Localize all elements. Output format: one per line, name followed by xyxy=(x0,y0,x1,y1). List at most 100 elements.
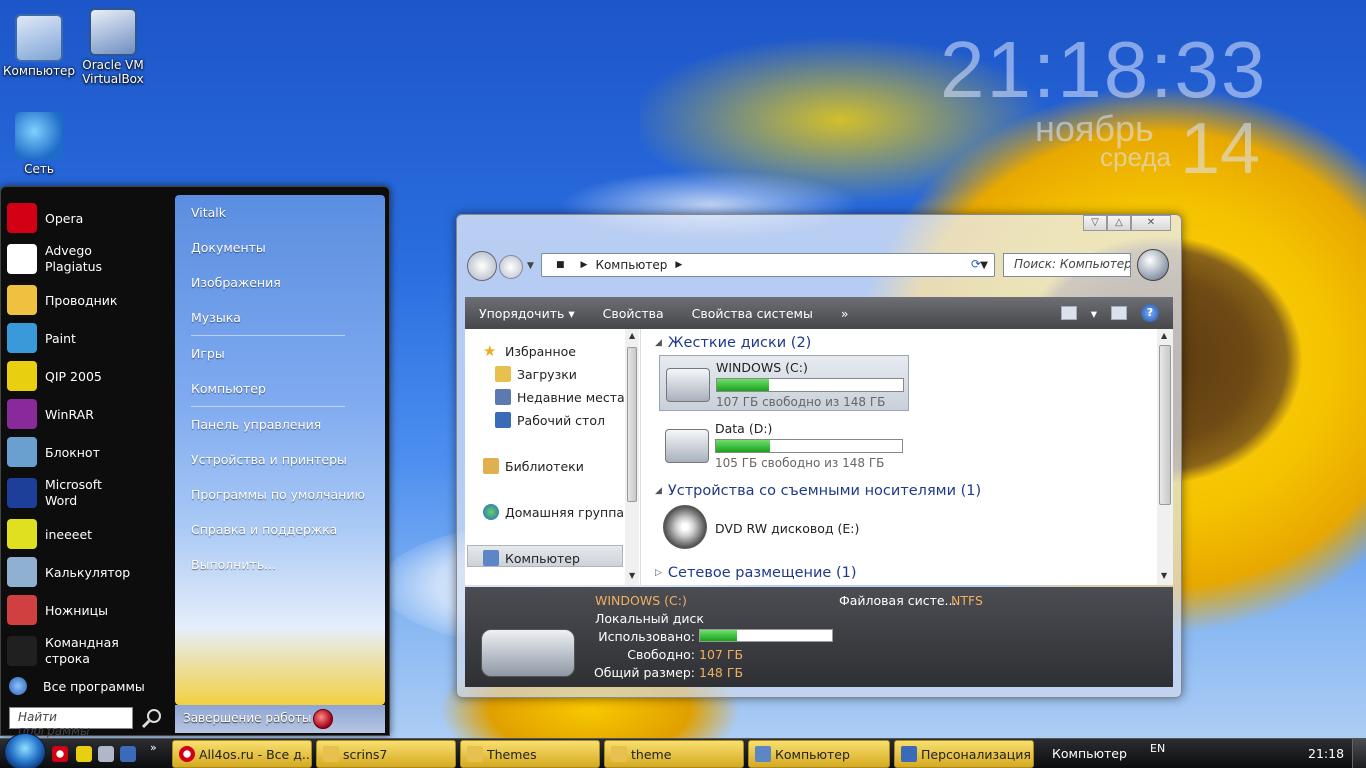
nav-item-desktop[interactable]: Рабочий стол xyxy=(495,412,605,428)
scroll-up-icon[interactable]: ▲ xyxy=(1161,331,1167,340)
start-menu-place[interactable]: Устройства и принтеры xyxy=(175,442,385,477)
opera-quicklaunch-icon[interactable] xyxy=(52,746,68,762)
nav-item-recent-places[interactable]: Недавние места xyxy=(495,389,625,405)
start-menu-item[interactable]: Paint xyxy=(5,319,171,357)
address-breadcrumb[interactable]: Компьютер xyxy=(595,258,667,272)
forward-button[interactable] xyxy=(499,255,523,279)
nav-item-homegroup[interactable]: Домашняя группа xyxy=(483,504,624,520)
breadcrumb-chevron-icon[interactable]: ▶ xyxy=(675,260,682,270)
search-input[interactable]: Поиск: Компьютер xyxy=(1003,253,1131,277)
explorer-window[interactable]: ▽ △ ✕ ▼ ■ ▶ Компьютер ▶ ▼ ⟳ Поиск: Компь… xyxy=(456,214,1182,698)
group-network[interactable]: ▷ Сетевое размещение (1) xyxy=(655,565,857,581)
view-options-icon[interactable] xyxy=(1060,306,1077,320)
taskbar-address-toolbar[interactable]: Компьютер xyxy=(1052,746,1127,761)
start-menu-item[interactable]: Ножницы xyxy=(5,591,171,629)
taskbar-button-themes[interactable]: Themes xyxy=(460,740,600,768)
drive-d[interactable]: Data (D:) 105 ГБ свободно из 148 ГБ xyxy=(659,417,909,473)
back-button[interactable] xyxy=(467,251,497,281)
notepad-icon xyxy=(7,437,37,467)
start-button[interactable] xyxy=(4,733,46,768)
downloads-folder-icon xyxy=(495,366,511,382)
start-menu-place[interactable]: Документы xyxy=(175,230,385,265)
start-menu-place[interactable]: Музыка xyxy=(175,300,385,335)
taskbar-button-theme[interactable]: theme xyxy=(604,740,744,768)
desktop-icon-virtualbox[interactable]: Oracle VM VirtualBox xyxy=(76,8,150,86)
show-desktop-button[interactable] xyxy=(1352,739,1366,768)
desktop-icon-network[interactable]: Сеть xyxy=(2,112,76,176)
nav-scrollbar-thumb[interactable] xyxy=(627,347,637,502)
organize-button[interactable]: Упорядочить ▾ xyxy=(465,306,589,321)
start-menu-item[interactable]: Блокнот xyxy=(5,433,171,471)
start-menu-item[interactable]: Opera xyxy=(5,199,171,237)
group-hard-disks[interactable]: ◢ Жесткие диски (2) xyxy=(655,335,811,351)
refresh-icon[interactable]: ⟳ xyxy=(971,257,989,275)
start-menu-item[interactable]: Командная строка xyxy=(5,629,171,673)
personalization-icon xyxy=(901,746,917,762)
start-menu-place[interactable]: Справка и поддержка xyxy=(175,512,385,547)
desktop-icon-computer[interactable]: Компьютер xyxy=(2,14,76,78)
nav-scrollbar[interactable]: ▲ ▼ xyxy=(625,329,639,585)
address-bar[interactable]: ■ ▶ Компьютер ▶ ▼ xyxy=(541,253,995,277)
all-programs-button[interactable]: Все программы xyxy=(9,677,145,695)
system-properties-button[interactable]: Свойства системы xyxy=(678,306,827,321)
maximize-button[interactable]: △ xyxy=(1107,215,1131,231)
more-commands-button[interactable]: » xyxy=(827,306,863,321)
quicklaunch-icon[interactable] xyxy=(98,746,114,762)
start-menu-item[interactable]: QIP 2005 xyxy=(5,357,171,395)
start-menu-item[interactable]: Проводник xyxy=(5,281,171,319)
start-search-input[interactable]: Найти программы xyxy=(9,707,133,738)
nav-item-favorites[interactable]: ★ Избранное xyxy=(483,343,576,359)
nav-item-libraries[interactable]: Библиотеки xyxy=(483,458,584,474)
preview-pane-icon[interactable] xyxy=(1111,306,1127,320)
close-button[interactable]: ✕ xyxy=(1131,215,1171,231)
start-menu-place[interactable]: Выполнить... xyxy=(175,547,385,582)
scroll-up-icon[interactable]: ▲ xyxy=(629,331,635,340)
recent-pages-dropdown-icon[interactable]: ▼ xyxy=(527,261,534,271)
drive-dvd[interactable]: DVD RW дисковод (E:) xyxy=(659,505,909,553)
start-menu-item[interactable]: Microsoft Word xyxy=(5,471,171,515)
help-icon[interactable]: ? xyxy=(1141,304,1159,322)
power-icon[interactable] xyxy=(313,709,333,729)
start-menu-item[interactable]: Калькулятор xyxy=(5,553,171,591)
start-menu-place[interactable]: Изображения xyxy=(175,265,385,300)
language-indicator[interactable]: EN xyxy=(1150,742,1165,755)
qip-quicklaunch-icon[interactable] xyxy=(76,746,92,762)
start-menu-place[interactable]: Компьютер xyxy=(175,371,385,406)
nav-item-downloads[interactable]: Загрузки xyxy=(495,366,577,382)
properties-button[interactable]: Свойства xyxy=(589,306,678,321)
search-icon[interactable] xyxy=(141,707,163,729)
taskbar-button-computer[interactable]: Компьютер xyxy=(748,740,890,768)
quicklaunch-more-icon[interactable]: » xyxy=(150,741,157,754)
start-menu-place[interactable]: Игры xyxy=(175,336,385,371)
calculator-icon xyxy=(7,557,37,587)
theme-orb-icon[interactable] xyxy=(1137,249,1169,281)
shutdown-button[interactable]: Завершение работы xyxy=(175,705,385,733)
nav-item-computer[interactable]: Компьютер xyxy=(483,550,580,566)
start-menu-place[interactable]: Vitalk xyxy=(175,195,385,230)
scroll-down-icon[interactable]: ▼ xyxy=(629,571,635,580)
start-menu-item[interactable]: Advego Plagiatus xyxy=(5,237,171,281)
show-desktop-quicklaunch-icon[interactable] xyxy=(120,746,136,762)
taskbar-button-scrins7[interactable]: scrins7 xyxy=(316,740,456,768)
collapse-triangle-icon[interactable]: ◢ xyxy=(655,486,662,496)
scroll-down-icon[interactable]: ▼ xyxy=(1161,571,1167,580)
taskbar-button-personalization[interactable]: Персонализация xyxy=(894,740,1034,768)
minimize-button[interactable]: ▽ xyxy=(1083,215,1107,231)
view-dropdown-icon[interactable]: ▾ xyxy=(1091,306,1097,321)
tray-clock[interactable]: 21:18 xyxy=(1308,746,1344,761)
collapse-triangle-icon[interactable]: ◢ xyxy=(655,338,662,348)
explorer-body: ★ Избранное Загрузки Недавние места Рабо… xyxy=(465,329,1173,585)
taskbar-button-opera[interactable]: All4os.ru - Все д... xyxy=(172,740,312,768)
start-menu-place[interactable]: Панель управления xyxy=(175,407,385,442)
drive-c[interactable]: WINDOWS (C:) 107 ГБ свободно из 148 ГБ xyxy=(659,355,909,411)
start-menu-item[interactable]: WinRAR xyxy=(5,395,171,433)
content-scrollbar[interactable]: ▲ ▼ xyxy=(1157,329,1173,585)
expand-triangle-icon[interactable]: ▷ xyxy=(655,568,662,578)
content-scrollbar-thumb[interactable] xyxy=(1159,345,1171,505)
start-menu-place[interactable]: Программы по умолчанию xyxy=(175,477,385,512)
start-menu-item[interactable]: ineeeet xyxy=(5,515,171,553)
breadcrumb-chevron-icon[interactable]: ▶ xyxy=(581,260,588,270)
clock-gadget[interactable]: 21:18:33 ноябрь среда 14 xyxy=(940,30,1280,190)
group-removable[interactable]: ◢ Устройства со съемными носителями (1) xyxy=(655,483,981,499)
details-used-label: Использовано: xyxy=(598,629,695,644)
